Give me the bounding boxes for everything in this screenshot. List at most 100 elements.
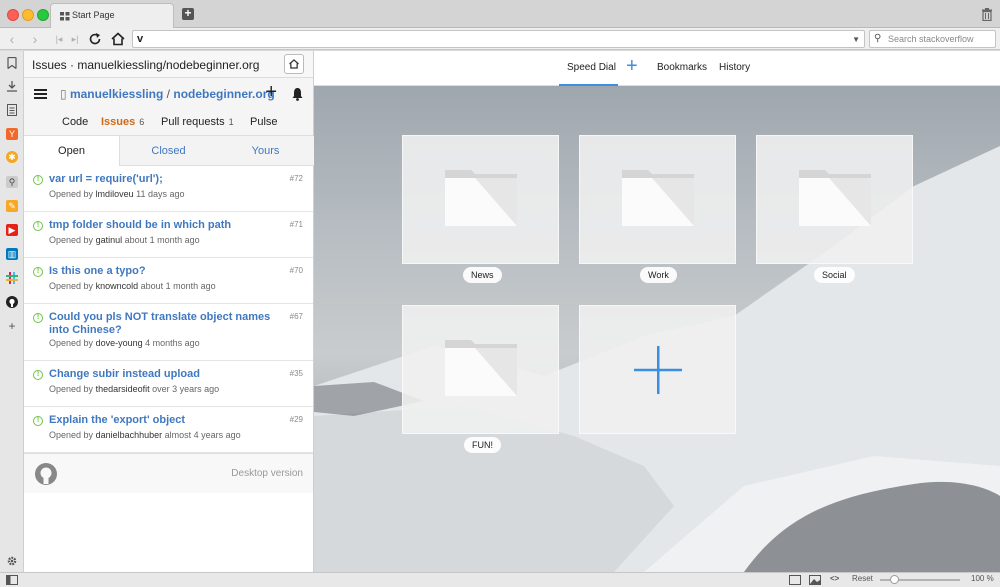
issue-row[interactable]: ! tmp folder should be in which path #71…: [24, 212, 313, 258]
filter-open-tab[interactable]: Open: [24, 136, 120, 166]
issue-time: over 3 years ago: [152, 384, 220, 394]
youtube-icon[interactable]: ▶: [6, 224, 18, 236]
tab-pull-requests-label: Pull requests: [161, 116, 225, 128]
trash-icon[interactable]: [981, 8, 993, 21]
folder-icon: [622, 170, 694, 226]
slack-icon[interactable]: [6, 272, 18, 284]
filter-closed-tab[interactable]: Closed: [120, 136, 217, 166]
issue-row[interactable]: ! var url = require('url'); #72 Opened b…: [24, 166, 313, 212]
url-field[interactable]: v ▼: [132, 30, 865, 48]
issue-author[interactable]: lmdiloveu: [96, 189, 134, 199]
web-panel-title: Issues · manuelkiessling/nodebeginner.or…: [32, 58, 260, 72]
images-icon[interactable]: [809, 575, 821, 585]
tab-pulse-label: Pulse: [250, 116, 278, 128]
settings-gear-icon[interactable]: [6, 555, 18, 567]
speed-dial-icon: [60, 12, 70, 21]
issue-title[interactable]: Explain the 'export' object: [49, 414, 277, 427]
issue-title[interactable]: var url = require('url');: [49, 173, 277, 186]
url-text: v: [137, 33, 144, 45]
folder-label-work[interactable]: Work: [640, 267, 677, 283]
issue-opened-by: Opened by: [49, 338, 94, 348]
back-icon[interactable]: ‹: [4, 31, 20, 47]
filter-yours-tab[interactable]: Yours: [217, 136, 314, 166]
zoom-reset-button[interactable]: Reset: [852, 574, 873, 583]
desktop-version-link[interactable]: Desktop version: [231, 468, 303, 479]
speed-dial-folder-fun[interactable]: [402, 305, 559, 434]
zoom-slider-handle[interactable]: [890, 575, 899, 584]
hacker-news-icon[interactable]: Y: [6, 128, 18, 140]
page-actions-icon[interactable]: <>: [830, 574, 839, 583]
issue-author[interactable]: knowncold: [96, 281, 139, 291]
bookmark-panel-icon[interactable]: [7, 57, 17, 69]
issue-row[interactable]: ! Is this one a typo? #70 Opened by know…: [24, 258, 313, 304]
tab-pull-requests[interactable]: Pull requests 1: [161, 116, 234, 128]
gear-web-panel-icon[interactable]: ✱: [6, 151, 18, 163]
issue-title[interactable]: Could you pls NOT translate object names…: [49, 311, 277, 337]
tiling-icon[interactable]: [789, 575, 801, 585]
chevron-down-icon[interactable]: ▼: [852, 35, 860, 44]
folder-label-fun[interactable]: FUN!: [464, 437, 501, 453]
add-group-icon[interactable]: +: [626, 56, 638, 76]
nav-history[interactable]: History: [719, 62, 750, 73]
notifications-bell-icon[interactable]: [291, 87, 304, 101]
downloads-panel-icon[interactable]: [6, 80, 18, 92]
repo-name-link[interactable]: nodebeginner.org: [173, 87, 274, 101]
nav-bookmarks[interactable]: Bookmarks: [657, 62, 707, 73]
repo-tabs: Code Issues 6 Pull requests 1 Pulse: [24, 112, 314, 136]
github-octocat-icon[interactable]: [34, 462, 58, 486]
speed-dial-folder-news[interactable]: [402, 135, 559, 264]
new-tab-button[interactable]: +: [182, 7, 194, 20]
add-speed-dial-tile[interactable]: [579, 305, 736, 434]
open-issue-icon: !: [33, 313, 43, 323]
repo-breadcrumb: ▯ manuelkiessling / nodebeginner.org: [60, 87, 275, 101]
maximize-window-button[interactable]: [37, 9, 49, 21]
forward-icon[interactable]: ›: [27, 31, 43, 47]
editor-panel-icon[interactable]: ✎: [6, 200, 18, 212]
issue-row[interactable]: ! Could you pls NOT translate object nam…: [24, 304, 313, 361]
issue-author[interactable]: gatinul: [96, 235, 123, 245]
folder-label-news[interactable]: News: [463, 267, 502, 283]
issue-row[interactable]: ! Explain the 'export' object #29 Opened…: [24, 407, 313, 453]
create-new-icon[interactable]: +: [265, 82, 277, 102]
web-panel: Issues · manuelkiessling/nodebeginner.or…: [24, 51, 314, 572]
tab-pulse[interactable]: Pulse: [250, 116, 278, 128]
tab-start-page[interactable]: Start Page: [50, 3, 174, 28]
github-panel-icon[interactable]: [6, 296, 18, 308]
folder-label-social[interactable]: Social: [814, 267, 855, 283]
minimize-window-button[interactable]: [22, 9, 34, 21]
search-field[interactable]: ⚲ Search stackoverflow: [869, 30, 996, 48]
menu-icon[interactable]: [34, 89, 47, 99]
issue-title[interactable]: Change subir instead upload: [49, 368, 277, 381]
reload-icon[interactable]: [87, 31, 103, 47]
home-icon[interactable]: [110, 31, 126, 47]
issue-time: almost 4 years ago: [164, 430, 241, 440]
issue-filter-tabs: Open Closed Yours: [24, 136, 314, 166]
tab-issues[interactable]: Issues 6: [101, 116, 144, 128]
issue-meta: Opened by lmdiloveu 11 days ago: [49, 189, 184, 199]
issue-meta: Opened by thedarsideofit over 3 years ag…: [49, 384, 219, 394]
rewind-icon[interactable]: |◂: [51, 31, 67, 47]
trello-icon[interactable]: ▥: [6, 248, 18, 260]
panel-home-icon[interactable]: [284, 54, 304, 74]
issue-title[interactable]: Is this one a typo?: [49, 265, 277, 278]
tab-code[interactable]: Code: [62, 116, 88, 128]
close-window-button[interactable]: [7, 9, 19, 21]
issue-time: 4 months ago: [145, 338, 200, 348]
issue-time: 11 days ago: [136, 189, 185, 199]
toggle-panel-icon[interactable]: [6, 575, 18, 585]
issue-row[interactable]: ! Change subir instead upload #35 Opened…: [24, 361, 313, 407]
nav-speed-dial[interactable]: Speed Dial: [567, 62, 616, 73]
issue-author[interactable]: thedarsideofit: [96, 384, 150, 394]
issue-title[interactable]: tmp folder should be in which path: [49, 219, 277, 232]
issue-author[interactable]: dove-young: [96, 338, 143, 348]
issue-author[interactable]: danielbachhuber: [96, 430, 163, 440]
speed-dial-folder-work[interactable]: [579, 135, 736, 264]
search-web-panel-icon[interactable]: ⚲: [6, 176, 18, 188]
speed-dial-folder-social[interactable]: [756, 135, 913, 264]
speed-dial-page: Speed Dial + Bookmarks History News Work…: [314, 51, 1000, 572]
repo-owner-link[interactable]: manuelkiessling: [70, 87, 163, 101]
fast-forward-icon[interactable]: ▸|: [67, 31, 83, 47]
add-panel-icon[interactable]: +: [6, 320, 18, 332]
github-footer: Desktop version: [24, 453, 313, 493]
notes-panel-icon[interactable]: [6, 104, 18, 116]
